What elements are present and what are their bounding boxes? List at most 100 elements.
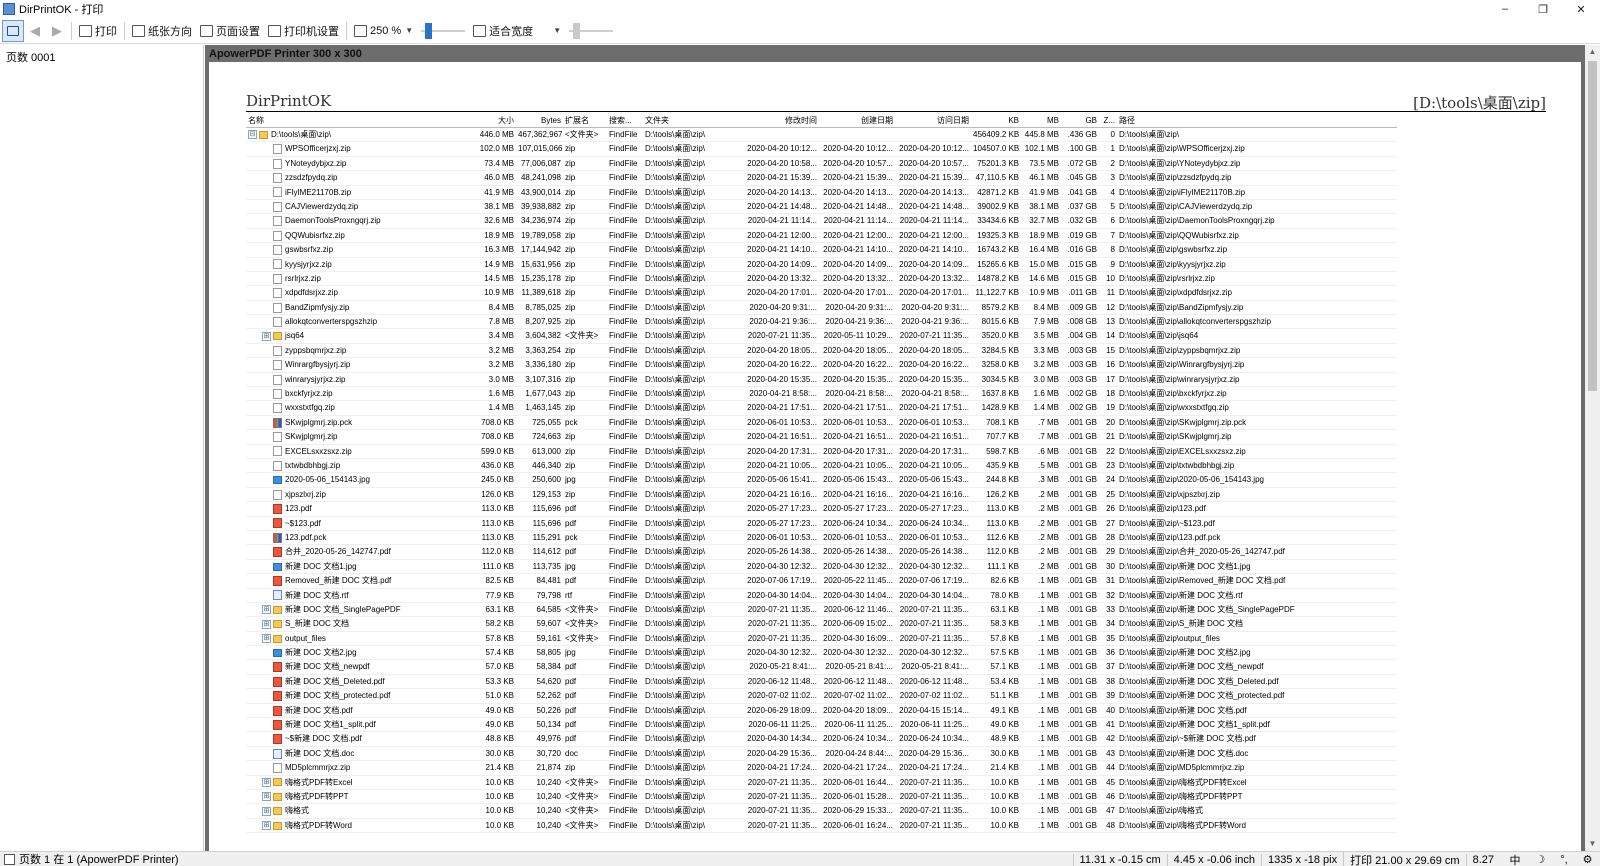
- table-row[interactable]: 新建 DOC 文档_newpdf 57.0 KB 58,384 pdf FindFile…: [246, 660, 1546, 675]
- printer-setup-button[interactable]: 打印机设置: [264, 20, 343, 42]
- table-row[interactable]: 新建 DOC 文档1.jpg 111.0 KB 113,735 jpg FindFile…: [246, 560, 1546, 575]
- table-row[interactable]: kyysjyrjxz.zip 14.9 MB 15,631,956 zip FindFi…: [246, 258, 1546, 272]
- table-row[interactable]: winrarysjyrjxz.zip 3.0 MB 3,107,316 zip Find…: [246, 373, 1546, 388]
- cell-name: xdpdfdsrjxz.zip: [246, 286, 474, 301]
- expand-icon[interactable]: ⊞: [262, 331, 271, 341]
- table-row[interactable]: Removed_新建 DOC 文档.pdf 82.5 KB 84,481 pdf Fin…: [246, 574, 1546, 589]
- zoom-dropdown[interactable]: 250 % ▼: [350, 20, 417, 42]
- table-row[interactable]: ⊞ jsq64 3.4 MB 3,604,382 <文件夹> FindFile D:\too…: [246, 329, 1546, 344]
- orientation-button[interactable]: 纸张方向: [128, 20, 196, 42]
- fit-width-dropdown[interactable]: 适合宽度 ▼: [469, 20, 565, 42]
- cell-ext: zip: [563, 459, 607, 474]
- collapse-icon[interactable]: ⊟: [248, 130, 257, 140]
- expand-icon[interactable]: ⊞: [262, 806, 271, 816]
- table-row[interactable]: Winrargfbysjyrj.zip 3.2 MB 3,336,180 zip Fin…: [246, 358, 1546, 373]
- table-row[interactable]: ⊞ 嗨格式PDF转Word 10.0 KB 10,240 <文件夹> FindFile D:…: [246, 819, 1546, 834]
- vertical-scrollbar[interactable]: ▲ ▼: [1585, 45, 1600, 851]
- page-list-item[interactable]: 页数 0001: [0, 45, 203, 69]
- next-page-button[interactable]: ▶: [46, 20, 68, 42]
- slider-thumb[interactable]: [573, 22, 581, 39]
- table-row[interactable]: zyppsbqmrjxz.zip 3.2 MB 3,363,254 zip FindFi…: [246, 344, 1546, 359]
- table-row[interactable]: ⊞ 嗨格式PDF转PPT 10.0 KB 10,240 <文件夹> FindFile D:\…: [246, 790, 1546, 805]
- table-row[interactable]: ~$123.pdf 113.0 KB 115,696 pdf FindFile D:\to…: [246, 517, 1546, 531]
- print-button[interactable]: 打印: [75, 20, 121, 42]
- cell-n: 30: [1099, 560, 1117, 575]
- table-row[interactable]: BandZipmfysjy.zip 8.4 MB 8,785,025 zip FindF…: [246, 301, 1546, 316]
- cell-acc: 2020-04-20 17:01...: [895, 286, 971, 301]
- moon-icon[interactable]: ☽: [1535, 853, 1545, 866]
- table-row[interactable]: YNoteydybjxz.zip 73.4 MB 77,006,087 zip Find…: [246, 157, 1546, 172]
- table-row[interactable]: 新建 DOC 文档2.jpg 57.4 KB 58,805 jpg FindFile D:…: [246, 646, 1546, 661]
- table-row[interactable]: SKwjplgmrj.zip 708.0 KB 724,663 zip FindFile…: [246, 430, 1546, 445]
- gear-icon[interactable]: ⚙: [1583, 853, 1593, 866]
- table-row[interactable]: xjpszlxrj.zip 126.0 KB 129,153 zip FindFile D…: [246, 488, 1546, 503]
- table-row[interactable]: gswbsrfxz.zip 16.3 MB 17,144,942 zip FindFil…: [246, 243, 1546, 258]
- table-row[interactable]: ⊞ 嗨格式 10.0 KB 10,240 <文件夹> FindFile D:\tools\桌…: [246, 804, 1546, 819]
- table-row[interactable]: txtwbdbhbgj.zip 436.0 KB 446,340 zip FindFil…: [246, 459, 1546, 474]
- table-row[interactable]: 2020-05-06_154143.jpg 245.0 KB 250,600 jpg F…: [246, 473, 1546, 488]
- table-row[interactable]: SKwjplgmrj.zip.pck 708.0 KB 725,055 pck Find…: [246, 416, 1546, 431]
- table-row[interactable]: xdpdfdsrjxz.zip 10.9 MB 11,389,618 zip FindF…: [246, 286, 1546, 301]
- punctuation-icon[interactable]: °,: [1560, 854, 1567, 866]
- table-row[interactable]: 合并_2020-05-26_142747.pdf 112.0 KB 114,612 p…: [246, 545, 1546, 560]
- cell-ext: zip: [563, 243, 607, 258]
- table-row[interactable]: ⊞ 嗨格式PDF转Excel 10.0 KB 10,240 <文件夹> FindFile D…: [246, 776, 1546, 790]
- cell-folder: D:\tools\桌面\zip\: [643, 776, 743, 790]
- scroll-up-icon[interactable]: ▲: [1585, 45, 1600, 59]
- cell-acc: 2020-06-24 10:34...: [895, 517, 971, 531]
- table-row[interactable]: ⊞ output_files 57.8 KB 59,161 <文件夹> FindFile D…: [246, 632, 1546, 647]
- table-row[interactable]: 新建 DOC 文档_protected.pdf 51.0 KB 52,262 pdf F…: [246, 689, 1546, 704]
- expand-icon[interactable]: ⊞: [262, 777, 271, 787]
- file-icon: [273, 158, 282, 169]
- table-row[interactable]: iFlyIME21170B.zip 41.9 MB 43,900,014 zip Fin…: [246, 186, 1546, 200]
- minimize-button[interactable]: –: [1486, 0, 1524, 18]
- slider-thumb[interactable]: [425, 22, 433, 39]
- cell-bytes: 250,600: [516, 473, 563, 488]
- table-row[interactable]: CAJViewerdzydq.zip 38.1 MB 39,938,882 zip Fi…: [246, 200, 1546, 215]
- expand-icon[interactable]: ⊞: [262, 605, 271, 615]
- cell-kb: 244.8 KB: [971, 473, 1021, 488]
- table-row[interactable]: allokqtconverterspgszhzip 7.8 MB 8,207,925…: [246, 315, 1546, 330]
- zoom-slider[interactable]: [421, 20, 466, 42]
- column-header-ext: 扩展名: [563, 114, 607, 128]
- expand-icon[interactable]: ⊞: [262, 792, 271, 802]
- close-button[interactable]: ✕: [1562, 0, 1600, 18]
- table-row[interactable]: DaemonToolsProxngqrj.zip 32.6 MB 34,236,97…: [246, 214, 1546, 229]
- secondary-slider[interactable]: [569, 20, 614, 42]
- table-row[interactable]: ⊟ D:\tools\桌面\zip\ 446.0 MB 467,362,967 <文件夹…: [246, 128, 1546, 143]
- page-setup-button[interactable]: 页面设置: [196, 20, 264, 42]
- file-icon: [273, 259, 282, 270]
- table-row[interactable]: wxxstxtfgq.zip 1.4 MB 1,463,145 zip FindFile…: [246, 401, 1546, 416]
- cell-mb: .1 MB: [1021, 819, 1061, 834]
- table-row[interactable]: 123.pdf.pck 113.0 KB 115,291 pck FindFile D:\…: [246, 531, 1546, 546]
- table-row[interactable]: 新建 DOC 文档.pdf 49.0 KB 50,226 pdf FindFile D:\…: [246, 704, 1546, 719]
- expand-icon[interactable]: ⊞: [262, 821, 271, 831]
- toggle-thumbnails-button[interactable]: [2, 19, 24, 42]
- ime-language-toggle[interactable]: 中: [1509, 852, 1520, 866]
- table-row[interactable]: bxckfyrjxz.zip 1.6 MB 1,677,043 zip FindFile…: [246, 387, 1546, 402]
- cell-mod: 2020-07-02 11:02...: [743, 689, 819, 704]
- table-row[interactable]: ⊞ S_新建 DOC 文档 58.2 KB 59,607 <文件夹> FindFile D:…: [246, 617, 1546, 632]
- prev-page-button[interactable]: ◀: [24, 20, 46, 42]
- table-row[interactable]: MD5plcmmrjxz.zip 21.4 KB 21,874 zip FindFile…: [246, 761, 1546, 776]
- table-row[interactable]: rsrlrjxz.zip 14.5 MB 15,235,178 zip FindFile…: [246, 272, 1546, 287]
- table-row[interactable]: QQWubisrfxz.zip 18.9 MB 19,789,058 zip FindF…: [246, 229, 1546, 244]
- expand-icon[interactable]: ⊞: [262, 619, 271, 629]
- scroll-down-icon[interactable]: ▼: [1585, 837, 1600, 851]
- scroll-thumb[interactable]: [1588, 61, 1597, 391]
- table-row[interactable]: 新建 DOC 文档_Deleted.pdf 53.3 KB 54,620 pdf Fin…: [246, 675, 1546, 690]
- table-row[interactable]: ⊞ 新建 DOC 文档_SinglePagePDF 63.1 KB 64,585 <文件…: [246, 603, 1546, 618]
- table-row[interactable]: zzsdzfpydq.zip 46.0 MB 48,241,098 zip FindFi…: [246, 171, 1546, 186]
- cell-cre: 2020-06-12 11:46...: [819, 603, 895, 618]
- cell-kb: 16743.2 KB: [971, 243, 1021, 258]
- table-row[interactable]: 新建 DOC 文档1_split.pdf 49.0 KB 50,134 pdf Find…: [246, 718, 1546, 733]
- table-row[interactable]: 新建 DOC 文档.rtf 77.9 KB 79,798 rtf FindFile D:\…: [246, 589, 1546, 603]
- table-row[interactable]: EXCELsxxzsxz.zip 599.0 KB 613,000 zip FindFi…: [246, 445, 1546, 459]
- restore-button[interactable]: ❐: [1524, 0, 1562, 18]
- table-row[interactable]: ~$新建 DOC 文档.pdf 48.8 KB 49,976 pdf FindFile D…: [246, 732, 1546, 747]
- table-row[interactable]: 新建 DOC 文档.doc 30.0 KB 30,720 doc FindFile D:\…: [246, 747, 1546, 762]
- expand-icon[interactable]: ⊞: [262, 634, 271, 644]
- table-row[interactable]: 123.pdf 113.0 KB 115,696 pdf FindFile D:\tool…: [246, 502, 1546, 517]
- column-header-name: 名称: [246, 114, 474, 128]
- table-row[interactable]: WPSOfficerjzxj.zip 102.0 MB 107,015,066 zip…: [246, 142, 1546, 157]
